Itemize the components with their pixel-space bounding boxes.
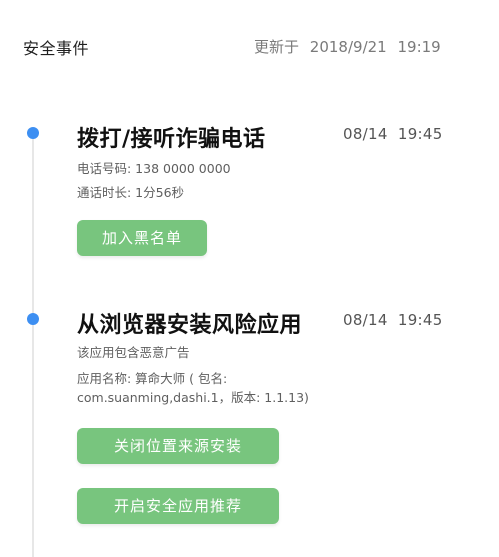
timeline-dot-icon <box>27 127 39 139</box>
updated-time: 19:19 <box>397 38 441 56</box>
page-title: 安全事件 <box>23 39 90 58</box>
updated-info: 更新于 2018/9/21 19:19 <box>254 36 441 57</box>
event-title: 拨打/接听诈骗电话 <box>77 127 266 152</box>
event-date: 08/14 <box>343 311 388 329</box>
event-time: 08/14 19:45 <box>343 125 443 143</box>
event-clock: 19:45 <box>397 311 443 329</box>
event-date: 08/14 <box>343 125 388 143</box>
event-detail-phone: 电话号码: 138 0000 0000 <box>77 161 231 176</box>
updated-label: 更新于 <box>254 38 300 56</box>
event-detail-description: 该应用包含恶意广告 <box>77 345 190 360</box>
add-to-blacklist-button[interactable]: 加入黑名单 <box>77 220 207 256</box>
timeline-line <box>32 133 34 557</box>
event-clock: 19:45 <box>397 125 443 143</box>
page-header: 安全事件 更新于 2018/9/21 19:19 <box>0 0 499 90</box>
enable-safe-app-recommend-button[interactable]: 开启安全应用推荐 <box>77 488 279 524</box>
event-detail-duration: 通话时长: 1分56秒 <box>77 185 185 200</box>
event-detail-package: com.suanming,dashi.1，版本: 1.1.13) <box>77 390 309 405</box>
event-title: 从浏览器安装风险应用 <box>77 313 303 338</box>
disable-unknown-sources-button[interactable]: 关闭位置来源安装 <box>77 428 279 464</box>
timeline-dot-icon <box>27 313 39 325</box>
event-detail-app-name: 应用名称: 算命大师 ( 包名: <box>77 371 228 386</box>
event-time: 08/14 19:45 <box>343 311 443 329</box>
updated-date: 2018/9/21 <box>309 38 387 56</box>
